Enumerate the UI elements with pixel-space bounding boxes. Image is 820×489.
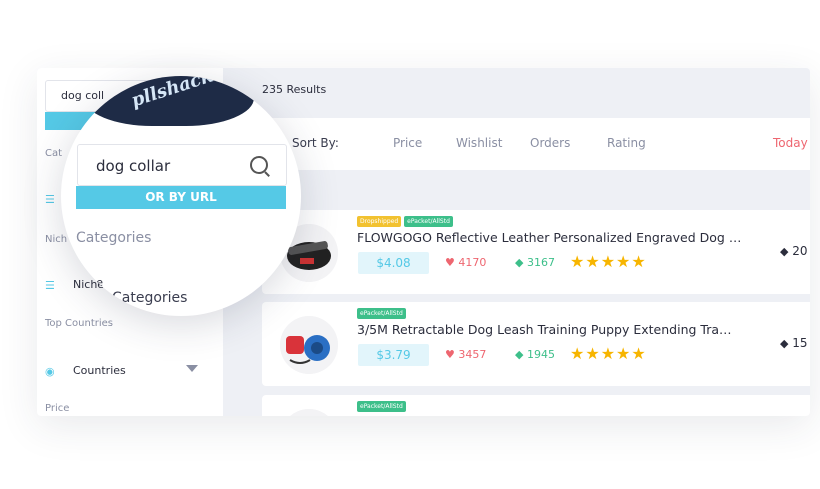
search-input[interactable]: dog collar: [77, 144, 287, 186]
url-search-button[interactable]: OR BY URL: [76, 186, 286, 209]
product-price: $3.79: [358, 344, 429, 366]
tag-icon: ◆: [780, 245, 789, 258]
heart-icon: ♥: [445, 256, 455, 269]
product-badges: Dropshipped ePacket/AllStd: [357, 216, 456, 228]
sidebar-label-top-countries: Top Countries: [45, 318, 114, 329]
tag-icon: ◆: [515, 256, 524, 269]
brand-logo-text: pllshack: [128, 76, 216, 112]
rating-stars: ★★★★★: [570, 252, 647, 271]
wishlist-count: 4170: [458, 256, 487, 269]
product-card[interactable]: ePacket/AllStd 3/5M Retractable Dog Leas…: [262, 302, 810, 386]
product-thumbnail[interactable]: [280, 316, 338, 374]
product-card[interactable]: Dropshipped ePacket/AllStd FLOWGOGO Refle…: [262, 210, 810, 294]
globe-icon: ◉: [45, 365, 55, 378]
categories-row-label[interactable]: Categories: [112, 290, 187, 306]
niche-label: Niche: [72, 276, 104, 289]
product-orders: ◆ 1945: [515, 348, 555, 361]
side-value: 15: [792, 336, 808, 350]
tag-icon: ◆: [780, 337, 789, 350]
sidebar-row-countries-label: Countries: [73, 364, 126, 377]
product-side-value: ◆ 15: [780, 336, 808, 350]
search-input-text: dog collar: [96, 157, 171, 175]
search-icon[interactable]: [250, 156, 268, 174]
sort-option-price[interactable]: Price: [393, 136, 422, 150]
product-wishlist: ♥ 4170: [445, 256, 486, 269]
chevron-down-icon[interactable]: [186, 365, 198, 372]
product-price: $4.08: [358, 252, 429, 274]
sidebar-label-price: Price: [45, 403, 70, 414]
sidebar-row-countries[interactable]: ◉ Countries: [45, 362, 215, 380]
side-value: 20: [792, 244, 808, 258]
product-wishlist: ♥ 3457: [445, 348, 486, 361]
orders-count: 1945: [526, 348, 555, 361]
tag-icon: ◆: [515, 348, 524, 361]
product-badges: ePacket/AllStd: [357, 308, 409, 320]
sort-option-today[interactable]: Today: [773, 136, 808, 150]
product-card[interactable]: ePacket/AllStd: [262, 395, 810, 416]
sort-option-rating[interactable]: Rating: [607, 136, 646, 150]
zoom-magnifier: pllshack dog collar OR BY URL Categories…: [61, 76, 301, 316]
list-icon: ☰: [45, 279, 55, 292]
product-side-value: ◆ 20: [780, 244, 808, 258]
wishlist-count: 3457: [458, 348, 487, 361]
rating-stars: ★★★★★: [570, 344, 647, 363]
categories-label: Categories: [76, 230, 152, 246]
sort-bar: Sort By: Price Wishlist Orders Rating To…: [262, 118, 810, 170]
product-orders: ◆ 3167: [515, 256, 555, 269]
product-badges: ePacket/AllStd: [357, 401, 409, 413]
sort-option-wishlist[interactable]: Wishlist: [456, 136, 502, 150]
badge-dropshipped: Dropshipped: [357, 216, 402, 227]
sidebar-label-categories: Cat: [45, 148, 63, 159]
product-title[interactable]: FLOWGOGO Reflective Leather Personalized…: [357, 230, 752, 245]
heart-icon: ♥: [445, 348, 455, 361]
list-icon: ☰: [45, 193, 55, 206]
product-thumbnail[interactable]: [280, 409, 338, 416]
product-title[interactable]: 3/5M Retractable Dog Leash Training Pupp…: [357, 322, 752, 337]
sort-option-orders[interactable]: Orders: [530, 136, 570, 150]
brand-logo: pllshack: [84, 76, 254, 126]
badge-shipping: ePacket/AllStd: [404, 216, 453, 227]
badge-shipping: ePacket/AllStd: [357, 308, 406, 319]
orders-count: 3167: [526, 256, 555, 269]
badge-shipping: ePacket/AllStd: [357, 401, 406, 412]
